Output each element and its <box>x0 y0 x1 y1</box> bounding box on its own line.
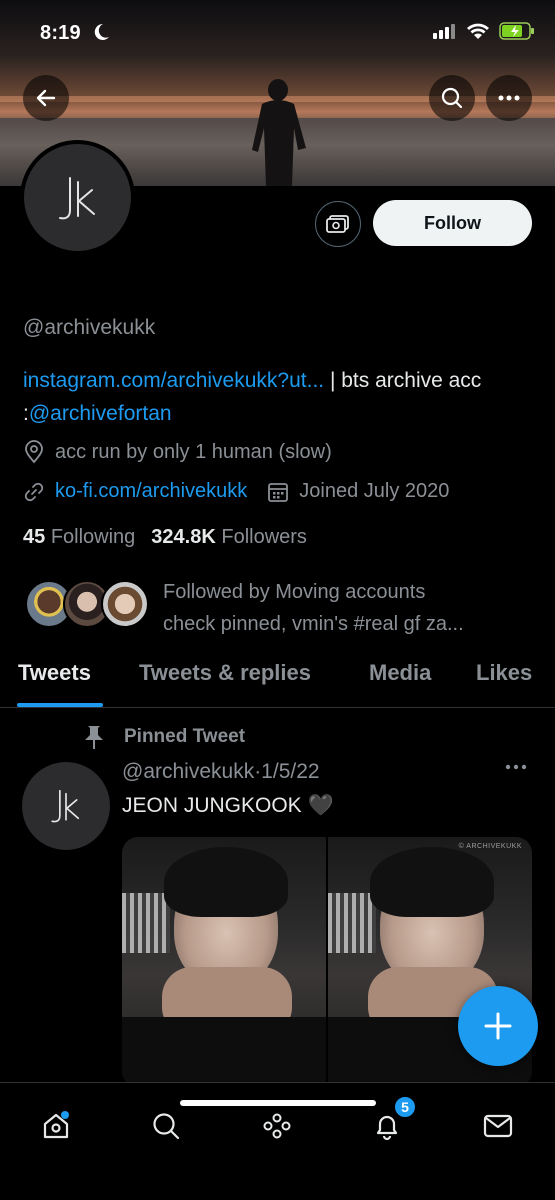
followed-by-text: Followed by Moving accounts check pinned… <box>163 576 464 640</box>
signal-icon <box>433 24 455 39</box>
bio-instagram-link[interactable]: instagram.com/archivekukk?ut... <box>23 369 324 392</box>
status-time: 8:19 <box>40 22 81 44</box>
photo-hair <box>164 847 288 917</box>
back-arrow-icon <box>36 89 56 107</box>
tip-jar-icon <box>326 215 349 233</box>
home-unread-dot <box>61 1111 69 1119</box>
more-button[interactable] <box>486 75 532 121</box>
following-count: 45 <box>23 526 46 548</box>
profile-website-link[interactable]: ko-fi.com/archivekukk <box>55 480 247 503</box>
profile-location-row: acc run by only 1 human (slow) <box>23 440 332 464</box>
bio-mention-link[interactable]: @archivefortan <box>29 402 172 425</box>
tab-likes[interactable]: Likes <box>476 660 532 686</box>
tip-button[interactable] <box>315 201 361 247</box>
followers-count: 324.8K <box>151 526 216 548</box>
profile-handle: @archivekukk <box>23 316 156 339</box>
nav-explore[interactable] <box>141 1101 191 1151</box>
tab-tweets[interactable]: Tweets <box>18 660 91 686</box>
tweet-more-icon[interactable] <box>505 764 527 770</box>
profile-meta-row: ko-fi.com/archivekukk Joined July 2020 <box>23 480 449 503</box>
tweet-photo-1[interactable] <box>122 837 326 1087</box>
followers-label: Followers <box>221 526 307 548</box>
profile-stats: 45 Following 324.8K Followers <box>23 526 307 549</box>
banner-silhouette <box>252 79 306 186</box>
profile-avatar[interactable] <box>20 140 135 255</box>
followers-stat[interactable]: 324.8K Followers <box>151 526 307 549</box>
status-bar: 8:19 <box>0 0 555 66</box>
wifi-icon <box>467 23 489 39</box>
link-icon <box>24 482 44 501</box>
home-indicator <box>180 1100 376 1106</box>
pin-icon <box>85 726 103 749</box>
status-indicators <box>433 22 535 40</box>
tab-tweets-replies[interactable]: Tweets & replies <box>139 660 311 686</box>
search-button[interactable] <box>429 75 475 121</box>
active-tab-indicator <box>17 703 103 707</box>
following-stat[interactable]: 45 Following <box>23 526 135 549</box>
follower-avatar <box>101 580 149 628</box>
notifications-badge: 5 <box>393 1095 417 1119</box>
tweet-author-handle[interactable]: @archivekukk·1/5/22 <box>122 760 320 784</box>
more-icon <box>498 95 520 101</box>
avatar-monogram <box>51 789 80 823</box>
following-label: Following <box>50 526 136 548</box>
pinned-indicator: Pinned Tweet <box>82 724 245 750</box>
avatar-image <box>24 144 131 251</box>
nav-spaces[interactable] <box>252 1101 302 1151</box>
tweet-author-avatar[interactable] <box>22 762 110 850</box>
pinned-label: Pinned Tweet <box>124 726 246 747</box>
profile-joined: Joined July 2020 <box>299 480 450 502</box>
compose-plus-icon <box>484 1012 512 1040</box>
profile-tabs: Tweets Tweets & replies Media Likes <box>0 650 555 708</box>
tweet-text: JEON JUNGKOOK 🖤 <box>122 794 334 817</box>
followed-by-line2: check pinned, vmin's #real gf za... <box>163 613 464 635</box>
search-icon <box>441 87 463 109</box>
calendar-icon <box>268 482 289 502</box>
photo-shirt <box>122 1017 326 1087</box>
profile-location: acc run by only 1 human (slow) <box>55 440 332 463</box>
back-button[interactable] <box>23 75 69 121</box>
location-icon <box>25 440 43 464</box>
nav-messages[interactable] <box>473 1101 523 1151</box>
explore-icon <box>153 1113 180 1140</box>
tab-media[interactable]: Media <box>369 660 431 686</box>
followed-by-section[interactable]: Followed by Moving accounts check pinned… <box>25 576 535 636</box>
photo-hair <box>370 847 494 917</box>
nav-home[interactable] <box>31 1101 81 1151</box>
compose-tweet-button[interactable] <box>458 986 538 1066</box>
photo-background <box>122 893 170 953</box>
avatar-monogram <box>58 176 95 219</box>
follow-button[interactable]: Follow <box>373 200 532 246</box>
battery-icon <box>499 22 534 40</box>
photo-background <box>328 893 376 953</box>
moon-icon <box>94 23 109 40</box>
followed-by-line1: Followed by Moving accounts <box>163 581 426 603</box>
mail-icon <box>483 1114 513 1138</box>
photo-watermark: © ARCHIVEKUKK <box>458 843 522 850</box>
spaces-icon <box>263 1113 291 1139</box>
profile-bio: instagram.com/archivekukk?ut... | bts ar… <box>23 364 533 430</box>
